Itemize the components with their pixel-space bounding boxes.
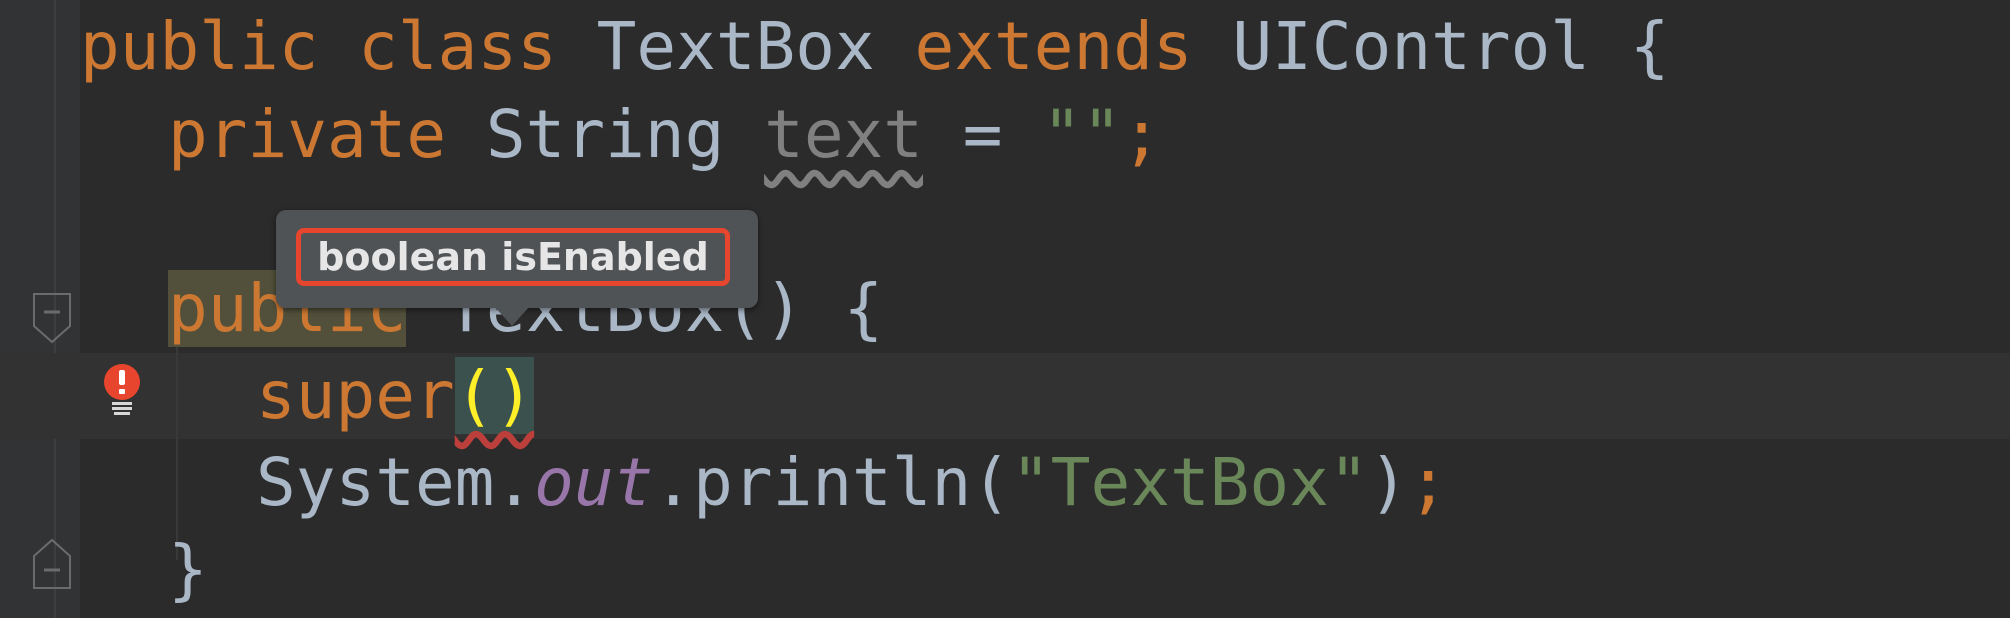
field-out: out xyxy=(534,444,654,521)
string-literal: "TextBox" xyxy=(1011,444,1369,521)
code-editor[interactable]: public class TextBox extends UIControl {… xyxy=(0,0,2010,618)
class-name: TextBox xyxy=(596,8,875,85)
println-call: .println( xyxy=(653,444,1011,521)
keyword-private: private xyxy=(168,96,447,173)
parameter-info-tooltip: boolean isEnabled xyxy=(276,210,758,308)
keyword-extends: extends xyxy=(914,8,1193,85)
fold-close-icon[interactable] xyxy=(32,538,72,590)
code-line-2[interactable]: private String text = ""; xyxy=(168,92,1162,178)
code-line-7[interactable]: } xyxy=(168,527,208,613)
parent-class: UIControl xyxy=(1232,8,1591,85)
assign-operator: = xyxy=(962,96,1003,173)
tooltip-text: boolean isEnabled xyxy=(296,228,730,286)
system-class: System. xyxy=(256,444,535,521)
string-literal: "" xyxy=(1042,96,1122,173)
keyword-class: class xyxy=(358,8,557,85)
fold-open-icon[interactable] xyxy=(32,292,72,344)
field-text: text xyxy=(764,96,924,173)
keyword-public: public xyxy=(80,8,319,85)
close-paren: ) xyxy=(1368,444,1409,521)
code-line-1[interactable]: public class TextBox extends UIControl { xyxy=(80,4,1670,90)
close-brace: } xyxy=(168,531,208,608)
code-line-5[interactable]: super() xyxy=(256,353,535,439)
type-string: String xyxy=(485,96,725,173)
keyword-super: super xyxy=(256,357,455,434)
tooltip-arrow xyxy=(494,306,530,326)
semicolon: ; xyxy=(1121,96,1162,173)
code-line-6[interactable]: System.out.println("TextBox"); xyxy=(256,440,1448,526)
semicolon: ; xyxy=(1408,444,1449,521)
error-bulb-icon[interactable] xyxy=(100,362,144,416)
super-call-parens[interactable]: () xyxy=(454,357,535,434)
open-brace: { xyxy=(1629,8,1670,85)
